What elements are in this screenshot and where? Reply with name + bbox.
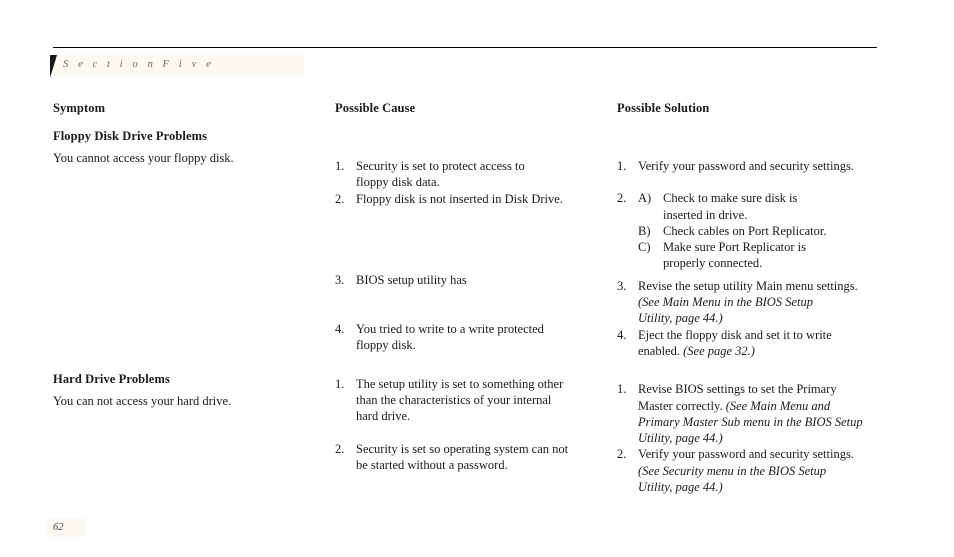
header-wedge-marker: [50, 55, 57, 78]
cause-item: 2. Floppy disk is not inserted in Disk D…: [335, 191, 610, 207]
list-text: Check to make sure disk is: [663, 191, 798, 206]
list-reference-line1: (See Main Menu in the BIOS Setup: [638, 295, 813, 310]
list-marker: 1.: [617, 159, 627, 173]
list-marker: 3.: [617, 278, 627, 293]
list-marker: 4.: [617, 327, 627, 342]
solution-item: B) Check cables on Port Replicator.: [617, 223, 892, 239]
section-title-floppy: Floppy Disk Drive Problems: [53, 129, 208, 143]
list-text: Make sure Port Replicator is: [663, 240, 807, 255]
list-marker: 3.: [335, 272, 345, 287]
list-text: Security is set so operating system can …: [356, 441, 569, 456]
list-text: You tried to write to a write protected: [356, 322, 544, 337]
column-symptom: Symptom Floppy Disk Drive Problems You c…: [53, 100, 328, 410]
list-reference-inline: (See page 32.): [683, 343, 755, 358]
list-text: BIOS setup utility has: [356, 272, 467, 287]
column-possible-solution: Possible Solution 1. Verify your passwor…: [617, 100, 892, 495]
list-reference-line2: Utility, page 44.): [638, 311, 723, 326]
list-text: Revise the setup utility Main menu setti…: [638, 278, 858, 293]
list-text: Verify your password and security settin…: [638, 447, 854, 462]
symptom-text-harddrive: You can not access your hard drive.: [53, 394, 232, 409]
list-marker: 2.: [617, 447, 627, 462]
list-text: The setup utility is set to something ot…: [356, 376, 564, 391]
list-text-plain: Master correctly.: [638, 398, 726, 413]
list-text-cont: properly connected.: [663, 256, 763, 271]
symptom-text-floppy: You cannot access your floppy disk.: [53, 151, 234, 165]
list-text: Floppy disk is not inserted in Disk Driv…: [356, 191, 563, 206]
list-text-cont: floppy disk.: [356, 338, 416, 353]
list-text: Verify your password and security settin…: [638, 159, 854, 173]
list-marker: 1.: [617, 382, 627, 397]
solution-item: C) Make sure Port Replicator is properly…: [617, 239, 892, 272]
cause-item: 4. You tried to write to a write protect…: [335, 321, 610, 354]
list-text: Eject the floppy disk and set it to writ…: [638, 327, 832, 342]
list-reference-inline: (See Main Menu and: [725, 398, 831, 413]
list-marker: 2.: [335, 191, 345, 206]
list-reference-line3: Utility, page 44.): [638, 431, 723, 446]
list-reference-line2: Utility, page 44.): [638, 480, 723, 495]
list-submarker: A): [638, 191, 652, 206]
list-marker: 4.: [335, 322, 345, 337]
section-title-harddrive: Hard Drive Problems: [53, 372, 170, 387]
solution-item: 1. Verify your password and security set…: [617, 158, 892, 174]
list-marker: 1.: [335, 376, 345, 391]
list-text-cont: than the characteristics of your interna…: [356, 393, 552, 408]
cause-item: 1. The setup utility is set to something…: [335, 376, 610, 425]
document-page: S e c t i o n F i v e Symptom Floppy Dis…: [0, 0, 954, 557]
list-text-plain: enabled.: [638, 343, 684, 358]
column-heading-possible-cause: Possible Cause: [335, 101, 416, 115]
list-text-cont: inserted in drive.: [663, 207, 748, 222]
list-text: Revise BIOS settings to set the Primary: [638, 382, 837, 397]
cause-item: 1. Security is set to protect access to …: [335, 158, 610, 191]
cause-item: 2. Security is set so operating system c…: [335, 441, 610, 474]
list-submarker: B): [638, 223, 651, 238]
list-text-cont: floppy disk data.: [356, 175, 440, 190]
column-heading-possible-solution: Possible Solution: [617, 101, 710, 115]
column-heading-symptom: Symptom: [53, 101, 106, 115]
section-label: S e c t i o n F i v e: [63, 59, 215, 70]
list-text-cont: Master correctly. (See Main Menu and: [638, 398, 892, 414]
list-text-cont: be started without a password.: [356, 457, 508, 472]
header-rule: [53, 47, 877, 48]
solution-item: 4. Eject the floppy disk and set it to w…: [617, 327, 892, 360]
list-text: Security is set to protect access to: [356, 159, 525, 173]
solution-item: 2. A) Check to make sure disk is inserte…: [617, 190, 892, 223]
list-marker: 2.: [335, 441, 345, 456]
list-marker: 1.: [335, 159, 345, 173]
page-number: 62: [53, 522, 64, 533]
solution-item: 1. Revise BIOS settings to set the Prima…: [617, 381, 892, 446]
column-possible-cause: Possible Cause 1. Security is set to pro…: [335, 100, 610, 473]
list-text-cont: enabled. (See page 32.): [638, 343, 892, 359]
cause-item: 3. BIOS setup utility has: [335, 272, 610, 288]
list-submarker: C): [638, 240, 651, 255]
solution-item: 3. Revise the setup utility Main menu se…: [617, 278, 892, 327]
folio-band: [46, 518, 85, 537]
list-reference-line1: (See Security menu in the BIOS Setup: [638, 463, 827, 478]
list-text-cont2: hard drive.: [356, 409, 411, 424]
solution-item: 2. Verify your password and security set…: [617, 446, 892, 495]
list-marker: 2.: [617, 191, 627, 206]
list-reference-line2: Primary Master Sub menu in the BIOS Setu…: [638, 414, 863, 429]
list-text: Check cables on Port Replicator.: [663, 223, 827, 238]
